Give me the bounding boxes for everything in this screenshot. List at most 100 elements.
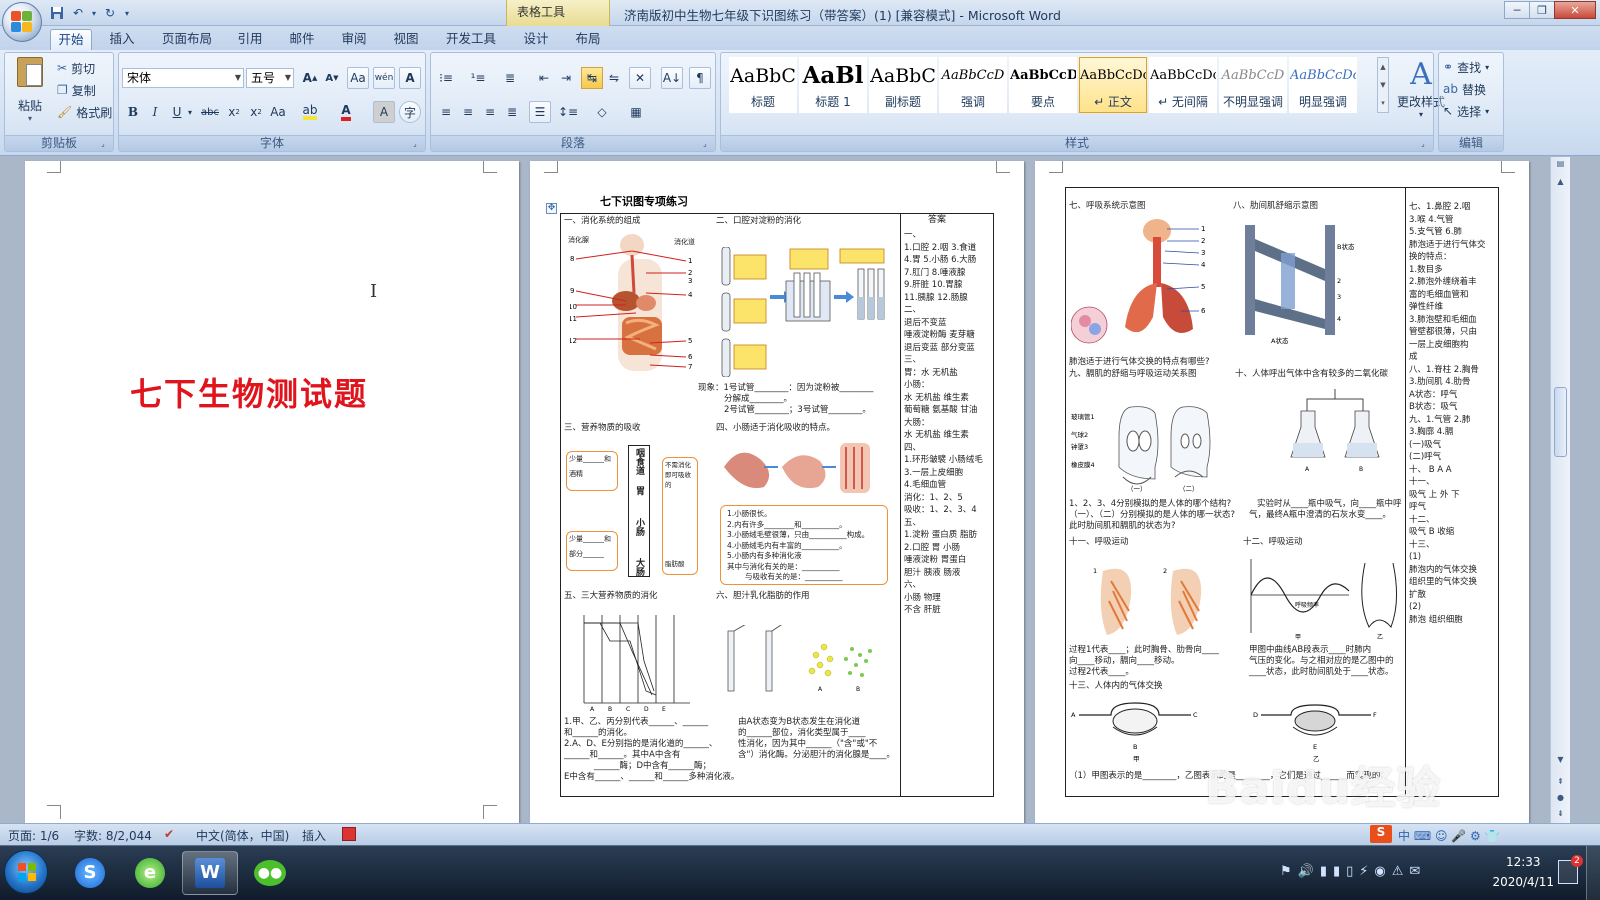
tab-layout[interactable]: 布局 [568, 29, 608, 50]
align-right-icon[interactable]: ≡ [479, 101, 501, 123]
character-shading-icon[interactable]: A [373, 101, 395, 123]
save-icon[interactable] [48, 4, 66, 22]
macro-record-icon[interactable] [342, 827, 356, 841]
tab-design[interactable]: 设计 [516, 29, 556, 50]
select-browse-object-icon[interactable]: ● [1553, 793, 1568, 808]
asian-layout-icon[interactable]: ✕ [629, 67, 651, 89]
select-button[interactable]: ↖ 选择 ▾ [1443, 101, 1489, 121]
sort-icon[interactable]: A↓ [661, 67, 683, 89]
style-item[interactable]: AaBbCcD 不明显强调 [1219, 57, 1287, 113]
copy-button[interactable]: ❐ 复制 [57, 81, 96, 99]
text-direction-icon[interactable]: ⇋ [603, 67, 625, 89]
find-button[interactable]: ⚭ 查找 ▾ [1443, 57, 1489, 77]
maximize-button[interactable]: ❐ [1529, 1, 1555, 19]
tab-references[interactable]: 引用 [230, 29, 270, 50]
tab-page-layout[interactable]: 页面布局 [156, 29, 218, 50]
scroll-up-icon[interactable]: ▲ [1553, 177, 1568, 192]
clock[interactable]: 12:33 2020/4/11 [1492, 852, 1554, 892]
decrease-indent-icon[interactable]: ⇤ [533, 67, 555, 89]
undo-dropdown-icon[interactable]: ▾ [90, 4, 98, 22]
character-border-icon[interactable]: A [399, 67, 421, 89]
style-item[interactable]: AaBbC 标题 [729, 57, 797, 113]
font-size-combo[interactable]: 五号 ▼ [246, 68, 294, 88]
scrollbar-thumb[interactable] [1554, 387, 1567, 457]
undo-icon[interactable]: ↶ [69, 4, 87, 22]
office-button[interactable] [2, 2, 42, 42]
paragraph-dialog-launcher-icon[interactable]: ⌟ [703, 139, 713, 149]
document-area[interactable]: 七下生物测试题 I 七下识图专项练习 ✥ 一、消化系统的组成 消化腺 消化道 8… [0, 157, 1550, 823]
distributed-icon[interactable]: ☰ [529, 101, 551, 123]
style-gallery-scroll[interactable]: ▲ ▼ ▾ [1377, 57, 1389, 113]
chinese-layout-icon[interactable]: ↹ [581, 67, 603, 89]
strikethrough-icon[interactable]: abc [199, 101, 221, 123]
align-left-icon[interactable]: ≡ [435, 101, 457, 123]
enclose-characters-icon[interactable]: 字 [399, 101, 421, 123]
borders-icon[interactable]: ▦ [625, 101, 647, 123]
taskbar-app-word[interactable]: W [182, 851, 238, 895]
style-item[interactable]: AaBbCcD 要点 [1009, 57, 1077, 113]
tab-developer[interactable]: 开发工具 [440, 29, 502, 50]
justify-icon[interactable]: ≣ [501, 101, 523, 123]
tray-icons[interactable]: ⚑🔊▮▮▯⚡◉⚠✉ [1280, 864, 1426, 879]
show-desktop-button[interactable] [1586, 846, 1600, 900]
proofing-icon[interactable]: ✔ [164, 827, 174, 841]
style-item-selected[interactable]: AaBbCcDc ↵ 正文 [1079, 57, 1147, 113]
ruler-toggle-icon[interactable]: ▤ [1553, 159, 1568, 174]
subscript-icon[interactable]: x2 [223, 101, 245, 123]
style-item[interactable]: AaBbCcDc ↵ 无间隔 [1149, 57, 1217, 113]
customize-qat-icon[interactable]: ▾ [122, 4, 132, 22]
bullets-icon[interactable]: ⁝≡ [435, 67, 457, 89]
paste-button[interactable]: 粘贴 ▾ [11, 57, 49, 127]
close-button[interactable]: ✕ [1554, 1, 1596, 19]
scroll-down-icon[interactable]: ▼ [1553, 755, 1568, 770]
paste-dropdown-icon[interactable]: ▾ [11, 114, 49, 123]
redo-icon[interactable]: ↻ [101, 4, 119, 22]
ime-toolbar-icon[interactable]: 中 ⌨ ☺ 🎤 ⚙ 👕 [1398, 827, 1500, 844]
taskbar-app-sogou[interactable]: S [62, 851, 118, 895]
grow-font-icon[interactable]: A ▲ [299, 67, 321, 89]
tab-view[interactable]: 视图 [386, 29, 426, 50]
next-page-icon[interactable]: ⇟ [1553, 809, 1568, 824]
style-item[interactable]: AaBl 标题 1 [799, 57, 867, 113]
page-3[interactable]: 七、呼吸系统示意图 123456 肺泡适于进行气体交换的特点有哪些? 八、肋间肌… [1035, 161, 1529, 823]
italic-icon[interactable]: I [144, 101, 166, 123]
ime-logo-icon[interactable]: S [1370, 825, 1392, 843]
highlight-icon[interactable]: ab [299, 101, 321, 123]
phonetic-guide-icon[interactable]: wén [373, 67, 395, 89]
previous-page-icon[interactable]: ⇞ [1553, 777, 1568, 792]
style-item[interactable]: AaBbCcD 强调 [939, 57, 1007, 113]
taskbar-app-browser[interactable]: e [122, 851, 178, 895]
change-case-icon[interactable]: Aa [267, 101, 289, 123]
tab-home[interactable]: 开始 [50, 29, 92, 50]
format-painter-button[interactable]: 🖌 格式刷 [57, 103, 112, 121]
font-name-combo[interactable]: 宋体 ▼ [122, 68, 244, 88]
superscript-icon[interactable]: x2 [245, 101, 267, 123]
vertical-scrollbar[interactable]: ▤ ▲ ▼ ⇞ ● ⇟ [1550, 157, 1570, 823]
insert-mode-status[interactable]: 插入 [302, 827, 326, 844]
increase-indent-icon[interactable]: ⇥ [555, 67, 577, 89]
underline-dropdown-icon[interactable]: ▾ [185, 101, 195, 123]
page-1[interactable]: 七下生物测试题 I [25, 161, 519, 823]
start-button[interactable] [4, 850, 48, 894]
shading-icon[interactable]: ◇ [591, 101, 613, 123]
page-2[interactable]: 七下识图专项练习 ✥ 一、消化系统的组成 消化腺 消化道 8 9 10 11 1… [530, 161, 1024, 823]
minimize-button[interactable]: ─ [1504, 1, 1530, 19]
taskbar-app-wechat[interactable]: ●● [242, 851, 298, 895]
show-marks-icon[interactable]: ¶ [689, 67, 711, 89]
line-spacing-icon[interactable]: ↕≡ [557, 101, 579, 123]
word-count-status[interactable]: 字数: 8/2,044 [74, 827, 152, 844]
tab-insert[interactable]: 插入 [102, 29, 142, 50]
shrink-font-icon[interactable]: A ▼ [321, 67, 343, 89]
style-item[interactable]: AaBbCcDc 明显强调 [1289, 57, 1357, 113]
page-count-status[interactable]: 页面: 1/6 [8, 827, 59, 844]
multilevel-list-icon[interactable]: ≣ [499, 67, 521, 89]
replace-button[interactable]: ab 替换 [1443, 79, 1486, 99]
font-dialog-launcher-icon[interactable]: ⌟ [413, 139, 423, 149]
table-move-handle-icon[interactable]: ✥ [546, 203, 557, 214]
bold-icon[interactable]: B [122, 101, 144, 123]
font-color-icon[interactable]: A [335, 101, 357, 123]
clipboard-dialog-launcher-icon[interactable]: ⌟ [101, 139, 111, 149]
styles-dialog-launcher-icon[interactable]: ⌟ [1421, 139, 1431, 149]
clear-formatting-icon[interactable]: Aa [347, 67, 369, 89]
action-center-icon[interactable]: 2 [1558, 855, 1583, 884]
